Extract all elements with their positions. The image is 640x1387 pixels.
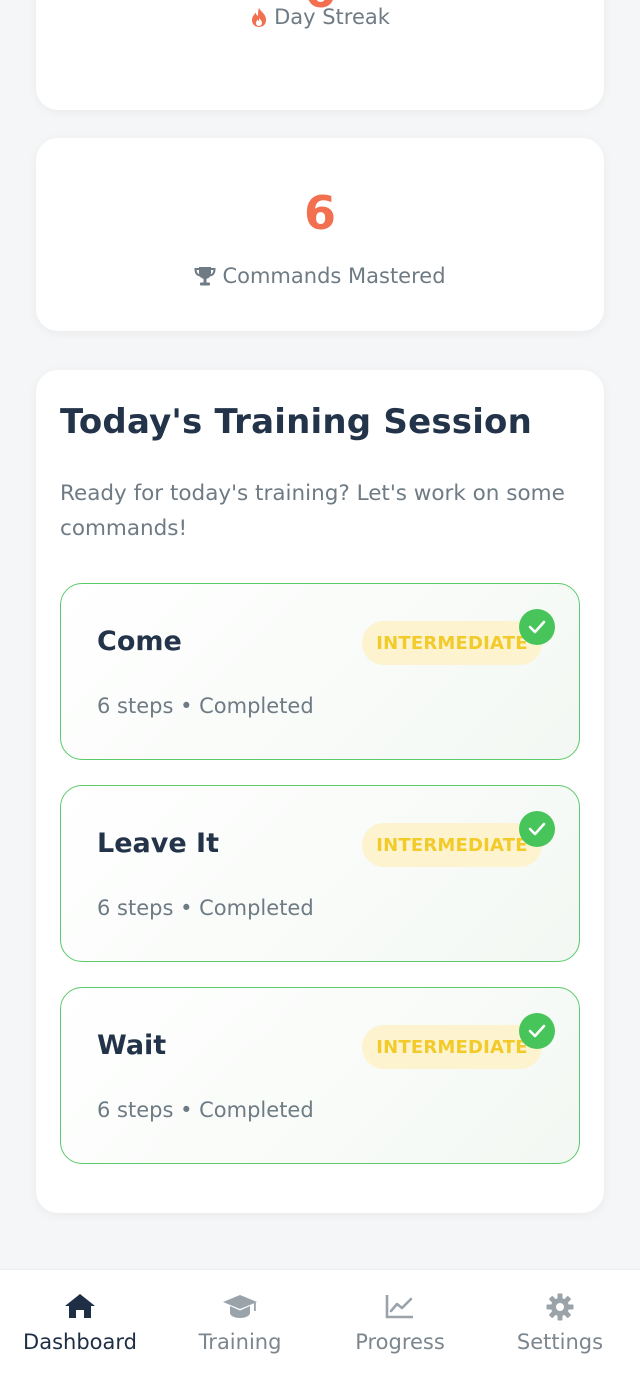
streak-label-group: Day Streak bbox=[250, 5, 390, 29]
tab-label: Training bbox=[198, 1330, 282, 1354]
check-icon bbox=[519, 1013, 555, 1049]
command-name: Come bbox=[97, 626, 182, 657]
tab-label: Settings bbox=[516, 1330, 604, 1354]
chart-line-icon bbox=[320, 1292, 480, 1320]
tab-training[interactable]: Training bbox=[160, 1270, 320, 1387]
command-card-wait[interactable]: Wait INTERMEDIATE 6 steps • Completed bbox=[60, 987, 580, 1164]
level-badge: INTERMEDIATE bbox=[362, 823, 542, 867]
flame-icon bbox=[250, 7, 268, 28]
command-name: Leave It bbox=[97, 828, 220, 859]
graduation-cap-icon bbox=[160, 1292, 320, 1320]
mastered-value: 6 bbox=[303, 186, 336, 240]
session-subtitle: Ready for today's training? Let's work o… bbox=[60, 481, 565, 541]
streak-label: Day Streak bbox=[274, 5, 390, 29]
gear-icon bbox=[480, 1292, 640, 1322]
command-name: Wait bbox=[97, 1030, 167, 1061]
tab-label: Progress bbox=[355, 1330, 445, 1354]
training-session-card: Today's Training Session Ready for today… bbox=[36, 370, 604, 1213]
mastered-label: Commands Mastered bbox=[222, 264, 446, 288]
trophy-icon bbox=[194, 266, 216, 286]
command-meta: 6 steps • Completed bbox=[97, 896, 314, 920]
check-icon bbox=[519, 811, 555, 847]
streak-card: 6 Day Streak bbox=[36, 0, 604, 110]
bottom-tab-bar: Dashboard Training Progress Settings bbox=[0, 1269, 640, 1387]
level-badge: INTERMEDIATE bbox=[362, 1025, 542, 1069]
level-badge: INTERMEDIATE bbox=[362, 621, 542, 665]
home-icon bbox=[0, 1292, 160, 1320]
session-title: Today's Training Session bbox=[60, 402, 533, 442]
tab-dashboard[interactable]: Dashboard bbox=[0, 1270, 160, 1387]
tab-settings[interactable]: Settings bbox=[480, 1270, 640, 1387]
mastered-label-group: Commands Mastered bbox=[194, 264, 446, 288]
command-card-leave-it[interactable]: Leave It INTERMEDIATE 6 steps • Complete… bbox=[60, 785, 580, 962]
tab-label: Dashboard bbox=[23, 1330, 137, 1354]
tab-progress[interactable]: Progress bbox=[320, 1270, 480, 1387]
dashboard-screen: 6 Day Streak 6 bbox=[0, 0, 640, 1387]
command-meta: 6 steps • Completed bbox=[97, 1098, 314, 1122]
mastered-card: 6 Commands Mastered bbox=[36, 138, 604, 331]
command-card-come[interactable]: Come INTERMEDIATE 6 steps • Completed bbox=[60, 583, 580, 760]
command-meta: 6 steps • Completed bbox=[97, 694, 314, 718]
check-icon bbox=[519, 609, 555, 645]
